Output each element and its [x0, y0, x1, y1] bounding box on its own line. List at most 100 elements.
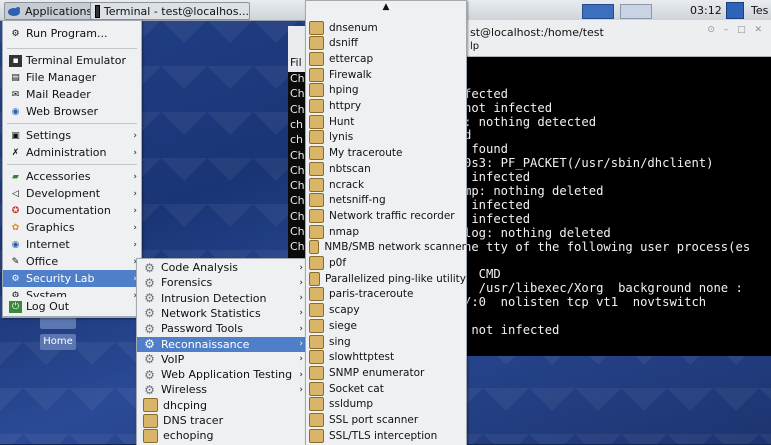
applications-button[interactable]: Applications — [4, 2, 100, 20]
recon-menu-item[interactable]: scapy — [306, 303, 466, 318]
terminal-icon: ▪ — [9, 54, 22, 67]
menu-item-log-out[interactable]: ⏻ Log Out — [3, 298, 141, 315]
terminal-tray-icon[interactable] — [726, 2, 744, 19]
terminal-line: infected — [464, 211, 531, 226]
recon-menu-item[interactable]: Network traffic recorder — [306, 208, 466, 223]
gear-icon: ⚙ — [144, 321, 155, 336]
clock[interactable]: 03:12 — [690, 4, 722, 17]
globe-icon: ◉ — [11, 106, 20, 117]
recon-menu-item-label: sing — [329, 335, 351, 348]
security-menu-item[interactable]: echoping — [137, 428, 307, 443]
tray-label[interactable]: Tes — [751, 4, 768, 17]
menu-item-documentation[interactable]: ✪ Documentation › — [3, 202, 141, 219]
recon-menu-item-label: Parallelized ping-like utility — [324, 272, 466, 285]
recon-menu-item[interactable]: SNMP enumerator — [306, 365, 466, 380]
window-controls-icon[interactable]: ⊙ – □ ✕ — [707, 25, 765, 35]
recon-menu-item[interactable]: Hunt — [306, 114, 466, 129]
recon-menu-item[interactable]: httpry — [306, 99, 466, 114]
recon-menu-item[interactable]: sing — [306, 334, 466, 349]
terminal2-line: Ch — [290, 225, 305, 238]
application-icon — [309, 51, 324, 66]
terminal-output[interactable]: fected not infected: nothing detected d fo… — [464, 60, 769, 356]
scroll-up-arrow-icon[interactable]: ▲ — [306, 1, 466, 13]
recon-menu-item[interactable]: My traceroute — [306, 146, 466, 161]
recon-menu-item[interactable]: hping — [306, 83, 466, 98]
application-icon — [309, 36, 324, 51]
menu-item-settings[interactable]: ▣ Settings › — [3, 127, 141, 144]
recon-menu-item-label: SNMP enumerator — [329, 366, 425, 379]
gear-icon: ⚙ — [11, 273, 20, 284]
workspace-2[interactable] — [620, 4, 652, 19]
security-menu-item-label: VoIP — [161, 352, 185, 366]
development-icon: ◁ — [12, 188, 19, 199]
terminal-titlebar[interactable]: st@localhost:/home/test lp ⊙ – □ ✕ — [462, 20, 771, 57]
security-menu-item[interactable]: ⚙ Password Tools › — [137, 321, 307, 336]
menu-item-run-program[interactable]: ⚙ Run Program... — [3, 25, 141, 42]
terminal2-line: Ch — [290, 163, 305, 177]
security-menu-item-label: DNS tracer — [163, 414, 224, 427]
recon-menu-item[interactable]: NMB/SMB network scanner — [306, 240, 466, 255]
recon-menu-item-label: Hunt — [329, 115, 355, 128]
security-menu-item[interactable]: ⚙ VoIP › — [137, 352, 307, 367]
security-menu-item[interactable]: ⚙ Code Analysis › — [137, 260, 307, 275]
recon-menu-item[interactable]: ssldump — [306, 397, 466, 412]
menu-item-office[interactable]: ✎Office› — [3, 253, 141, 270]
menu-item-internet[interactable]: ◉ Internet › — [3, 236, 141, 253]
recon-menu-item[interactable]: p0f — [306, 256, 466, 271]
recon-menu-item[interactable]: Parallelized ping-like utility — [306, 271, 466, 286]
recon-menu-item[interactable]: Socket cat — [306, 381, 466, 396]
terminal-line: mp: nothing deleted — [464, 184, 604, 199]
security-menu-item[interactable]: ⚙ Network Statistics › — [137, 306, 307, 321]
security-menu-item[interactable]: ⚙ Wireless › — [137, 382, 307, 397]
recon-menu-item[interactable]: lynis — [306, 130, 466, 145]
recon-menu-item[interactable]: SSL/TLS interception — [306, 428, 466, 443]
terminal-line: 0s3: PF_PACKET(/usr/sbin/dhclient) — [464, 156, 714, 171]
application-icon — [143, 398, 158, 413]
terminal2-line: Ch — [290, 102, 305, 116]
recon-menu-item[interactable]: nmap — [306, 224, 466, 239]
recon-menu-item[interactable]: Firewalk — [306, 67, 466, 82]
security-menu-item[interactable]: ⚙ Reconnaissance › — [137, 336, 307, 352]
application-icon — [309, 161, 324, 176]
security-menu-item[interactable]: ⚙ Intrusion Detection › — [137, 291, 307, 306]
menu-item-web-browser[interactable]: ◉ Web Browser — [3, 103, 141, 120]
taskbar-terminal[interactable]: Terminal - test@localhos... — [90, 2, 250, 20]
recon-menu-item[interactable]: ettercap — [306, 51, 466, 66]
menu-item-administration[interactable]: ✗ Administration › — [3, 144, 141, 161]
recon-menu-item[interactable]: SSL port scanner — [306, 413, 466, 428]
recon-menu-item[interactable]: paris-traceroute — [306, 287, 466, 302]
recon-menu-item[interactable]: dnsenum — [306, 20, 466, 35]
recon-menu-item-label: My traceroute — [329, 147, 403, 160]
recon-menu-item[interactable]: ncrack — [306, 177, 466, 192]
recon-menu-item-label: dnsenum — [329, 21, 378, 34]
terminal-line: d — [464, 128, 472, 143]
menu-item-terminal-emulator[interactable]: ▪ Terminal Emulator — [3, 52, 141, 69]
menu-item-development[interactable]: ◁ Development › — [3, 185, 141, 202]
chevron-right-icon: › — [299, 323, 303, 334]
recon-menu-item-label: ssldump — [329, 398, 374, 411]
menu-separator — [7, 164, 137, 165]
menu-item-graphics[interactable]: ✿ Graphics › — [3, 219, 141, 236]
terminal-title: st@localhost:/home/test — [470, 26, 604, 39]
recon-menu-item[interactable]: nbtscan — [306, 161, 466, 176]
terminal-menu-help[interactable]: lp — [470, 41, 479, 52]
recon-menu-item[interactable]: dsniff — [306, 36, 466, 51]
security-menu-item-label: Web Application Testing — [161, 368, 293, 382]
security-menu-item[interactable]: ⚙ Forensics › — [137, 275, 307, 290]
application-icon — [309, 287, 324, 302]
menu-item-mail-reader[interactable]: ✉ Mail Reader — [3, 86, 141, 103]
recon-menu-item[interactable]: netsniff-ng — [306, 193, 466, 208]
menu-item-security-lab[interactable]: ⚙Security Lab› — [3, 270, 141, 287]
workspace-1[interactable] — [582, 4, 614, 19]
security-menu-item[interactable]: dhcping — [137, 398, 307, 413]
desktop-icon-home[interactable]: Home — [40, 334, 76, 350]
security-menu-item[interactable]: ⚙ Web Application Testing › — [137, 367, 307, 382]
menu-item-file-manager[interactable]: ▤ File Manager — [3, 69, 141, 86]
applications-menu: ⚙ Run Program... ▪ Terminal Emulator ▤ File… — [2, 20, 142, 318]
recon-menu-item[interactable]: siege — [306, 318, 466, 333]
menu-item-accessories[interactable]: ▰ Accessories › — [3, 168, 141, 185]
recon-menu-item[interactable]: slowhttptest — [306, 350, 466, 365]
terminal-window[interactable]: st@localhost:/home/test lp ⊙ – □ ✕ fecte… — [462, 20, 771, 356]
chevron-right-icon: › — [299, 339, 303, 349]
security-menu-item[interactable]: DNS tracer — [137, 413, 307, 428]
